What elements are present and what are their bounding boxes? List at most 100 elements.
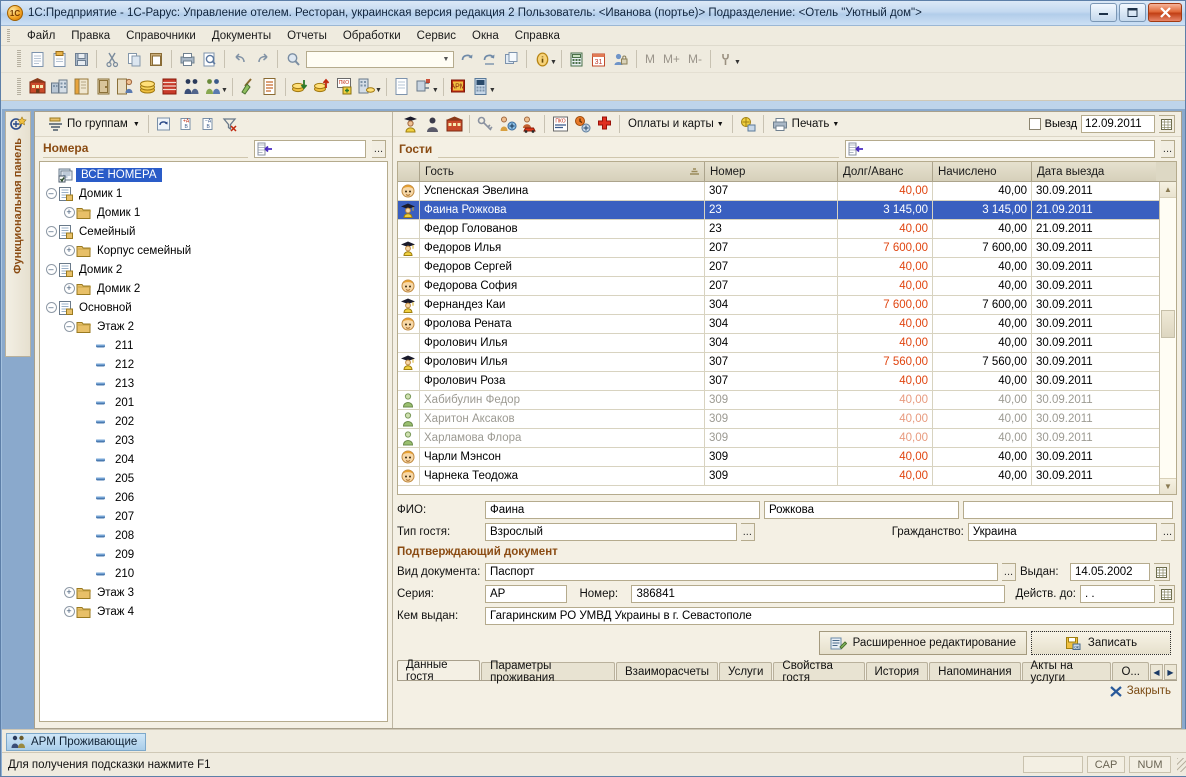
- building-money-icon[interactable]: [356, 76, 378, 98]
- group-guests-icon[interactable]: [202, 76, 224, 98]
- refresh-icon[interactable]: [153, 113, 175, 135]
- clear-filter-icon[interactable]: [219, 113, 241, 135]
- edit-item-icon[interactable]: −A B: [197, 113, 219, 135]
- tree-expand-button[interactable]: +: [62, 241, 76, 260]
- guests-search-more-button[interactable]: ...: [1161, 140, 1175, 158]
- info-icon[interactable]: [531, 48, 553, 70]
- redo-icon[interactable]: [251, 48, 273, 70]
- keys-icon[interactable]: [474, 113, 496, 135]
- chevron-down-icon[interactable]: ▼: [439, 52, 453, 67]
- broom-icon[interactable]: [237, 76, 259, 98]
- tab-данные-гостя[interactable]: Данные гостя: [397, 659, 481, 683]
- payments-cards-button[interactable]: Оплаты и карты ▼: [624, 117, 728, 131]
- table-row[interactable]: Федоров Илья 207 7 600,00 7 600,00 30.09.201…: [398, 239, 1176, 258]
- tree-collapse-button[interactable]: –: [62, 317, 76, 336]
- menu-help[interactable]: Справка: [507, 29, 568, 43]
- tree-node[interactable]: 202: [40, 412, 387, 431]
- column-header-accrued[interactable]: Начислено: [933, 162, 1032, 181]
- chevron-down-icon[interactable]: ▼: [717, 121, 724, 128]
- rooms-search-more-button[interactable]: ...: [372, 140, 386, 158]
- tree-node[interactable]: – Этаж 2: [40, 317, 387, 336]
- table-row[interactable]: Федор Голованов 23 40,00 40,00 21.09.2011: [398, 220, 1176, 239]
- menu-documents[interactable]: Документы: [204, 29, 279, 43]
- valid-until-input[interactable]: . .: [1079, 585, 1155, 603]
- tab-параметры-проживания[interactable]: Параметры проживания: [481, 660, 616, 684]
- tree-node[interactable]: – Основной: [40, 298, 387, 317]
- menu-reports[interactable]: Отчеты: [279, 29, 335, 43]
- move-guest-icon[interactable]: [496, 113, 518, 135]
- tree-node[interactable]: – Семейный: [40, 222, 387, 241]
- table-row[interactable]: Успенская Эвелина 307 40,00 40,00 30.09.2011: [398, 182, 1176, 201]
- column-header-room[interactable]: Номер: [705, 162, 838, 181]
- menu-windows[interactable]: Окна: [464, 29, 507, 43]
- guests-search-input[interactable]: [845, 140, 1155, 158]
- column-header-debt[interactable]: Долг/Аванс: [838, 162, 933, 181]
- card-icon[interactable]: [737, 113, 759, 135]
- table-row[interactable]: Фролович Илья 304 40,00 40,00 30.09.2011: [398, 334, 1176, 353]
- menu-edit[interactable]: Правка: [63, 29, 118, 43]
- tab-о-[interactable]: О...: [1112, 662, 1149, 680]
- rooms-search-input[interactable]: [254, 140, 366, 158]
- search-combo[interactable]: ▼: [306, 50, 454, 68]
- menu-processing[interactable]: Обработки: [335, 29, 409, 43]
- chevron-down-icon[interactable]: ▼: [832, 121, 839, 128]
- doc-type-select-button[interactable]: ...: [1002, 563, 1016, 581]
- refresh-all-icon[interactable]: [478, 48, 500, 70]
- tab-свойства-гостя[interactable]: Свойства гостя: [773, 660, 865, 684]
- refresh-icon[interactable]: [456, 48, 478, 70]
- guests-table-body[interactable]: Успенская Эвелина 307 40,00 40,00 30.09.2011…: [398, 182, 1176, 494]
- issued-date-input[interactable]: 14.05.2002: [1070, 563, 1150, 581]
- door-icon[interactable]: [92, 76, 114, 98]
- cash-in-icon[interactable]: [290, 76, 312, 98]
- tree-expand-button[interactable]: +: [62, 279, 76, 298]
- series-input[interactable]: АР: [485, 585, 568, 603]
- chevron-down-icon[interactable]: ▼: [133, 121, 140, 128]
- copy-icon[interactable]: [123, 48, 145, 70]
- table-row[interactable]: Харламова Флора 309 40,00 40,00 30.09.2011: [398, 429, 1176, 448]
- checkout-checkbox[interactable]: [1028, 118, 1041, 130]
- print-preview-icon[interactable]: [198, 48, 220, 70]
- cut-icon[interactable]: [101, 48, 123, 70]
- clock-settings-icon[interactable]: [571, 113, 593, 135]
- tree-node[interactable]: 204: [40, 450, 387, 469]
- book-orange-icon[interactable]: [70, 76, 92, 98]
- tree-node[interactable]: + Домик 2: [40, 279, 387, 298]
- valid-until-calendar-icon[interactable]: [1159, 585, 1175, 603]
- cash-out-icon[interactable]: [312, 76, 334, 98]
- tree-node[interactable]: ВСЕ НОМЕРА: [40, 165, 387, 184]
- toolbar-grip[interactable]: [17, 77, 21, 96]
- print-icon[interactable]: [176, 48, 198, 70]
- memory-m-plus-button[interactable]: M+: [659, 52, 684, 66]
- tree-collapse-button[interactable]: –: [44, 298, 58, 317]
- money-icon[interactable]: [136, 76, 158, 98]
- tree-node[interactable]: 206: [40, 488, 387, 507]
- tree-node[interactable]: + Этаж 3: [40, 583, 387, 602]
- tree-node[interactable]: 210: [40, 564, 387, 583]
- save-button[interactable]: ок Записать: [1031, 631, 1171, 655]
- guest-type-input[interactable]: Взрослый: [485, 523, 737, 541]
- advanced-edit-button[interactable]: Расширенное редактирование: [818, 631, 1027, 655]
- guest-dark-icon[interactable]: [421, 113, 443, 135]
- tree-node[interactable]: + Домик 1: [40, 203, 387, 222]
- hotels-icon[interactable]: [48, 76, 70, 98]
- tree-node[interactable]: – Домик 2: [40, 260, 387, 279]
- column-header-checkout-date[interactable]: Дата выезда: [1032, 162, 1156, 181]
- tree-node[interactable]: 205: [40, 469, 387, 488]
- table-row[interactable]: Чарли Мэнсон 309 40,00 40,00 30.09.2011: [398, 448, 1176, 467]
- rooms-icon[interactable]: [443, 113, 465, 135]
- tree-collapse-button[interactable]: –: [44, 222, 58, 241]
- menu-service[interactable]: Сервис: [409, 29, 464, 43]
- tab-история[interactable]: История: [865, 662, 929, 680]
- report-icon[interactable]: [391, 76, 413, 98]
- table-row[interactable]: Фролова Рената 304 40,00 40,00 30.09.2011: [398, 315, 1176, 334]
- tab-scroll-right-button[interactable]: ▶: [1164, 664, 1177, 680]
- tree-node[interactable]: 201: [40, 393, 387, 412]
- issued-by-input[interactable]: Гагаринским РО УМВД Украины в г. Севасто…: [485, 607, 1174, 625]
- guest-type-select-button[interactable]: ...: [740, 523, 755, 541]
- close-icon[interactable]: [1109, 685, 1122, 697]
- undo-icon[interactable]: [229, 48, 251, 70]
- save-icon[interactable]: [70, 48, 92, 70]
- tree-node[interactable]: 203: [40, 431, 387, 450]
- tab-акты-на-услуги[interactable]: Акты на услуги: [1021, 660, 1112, 684]
- tree-node[interactable]: + Этаж 4: [40, 602, 387, 621]
